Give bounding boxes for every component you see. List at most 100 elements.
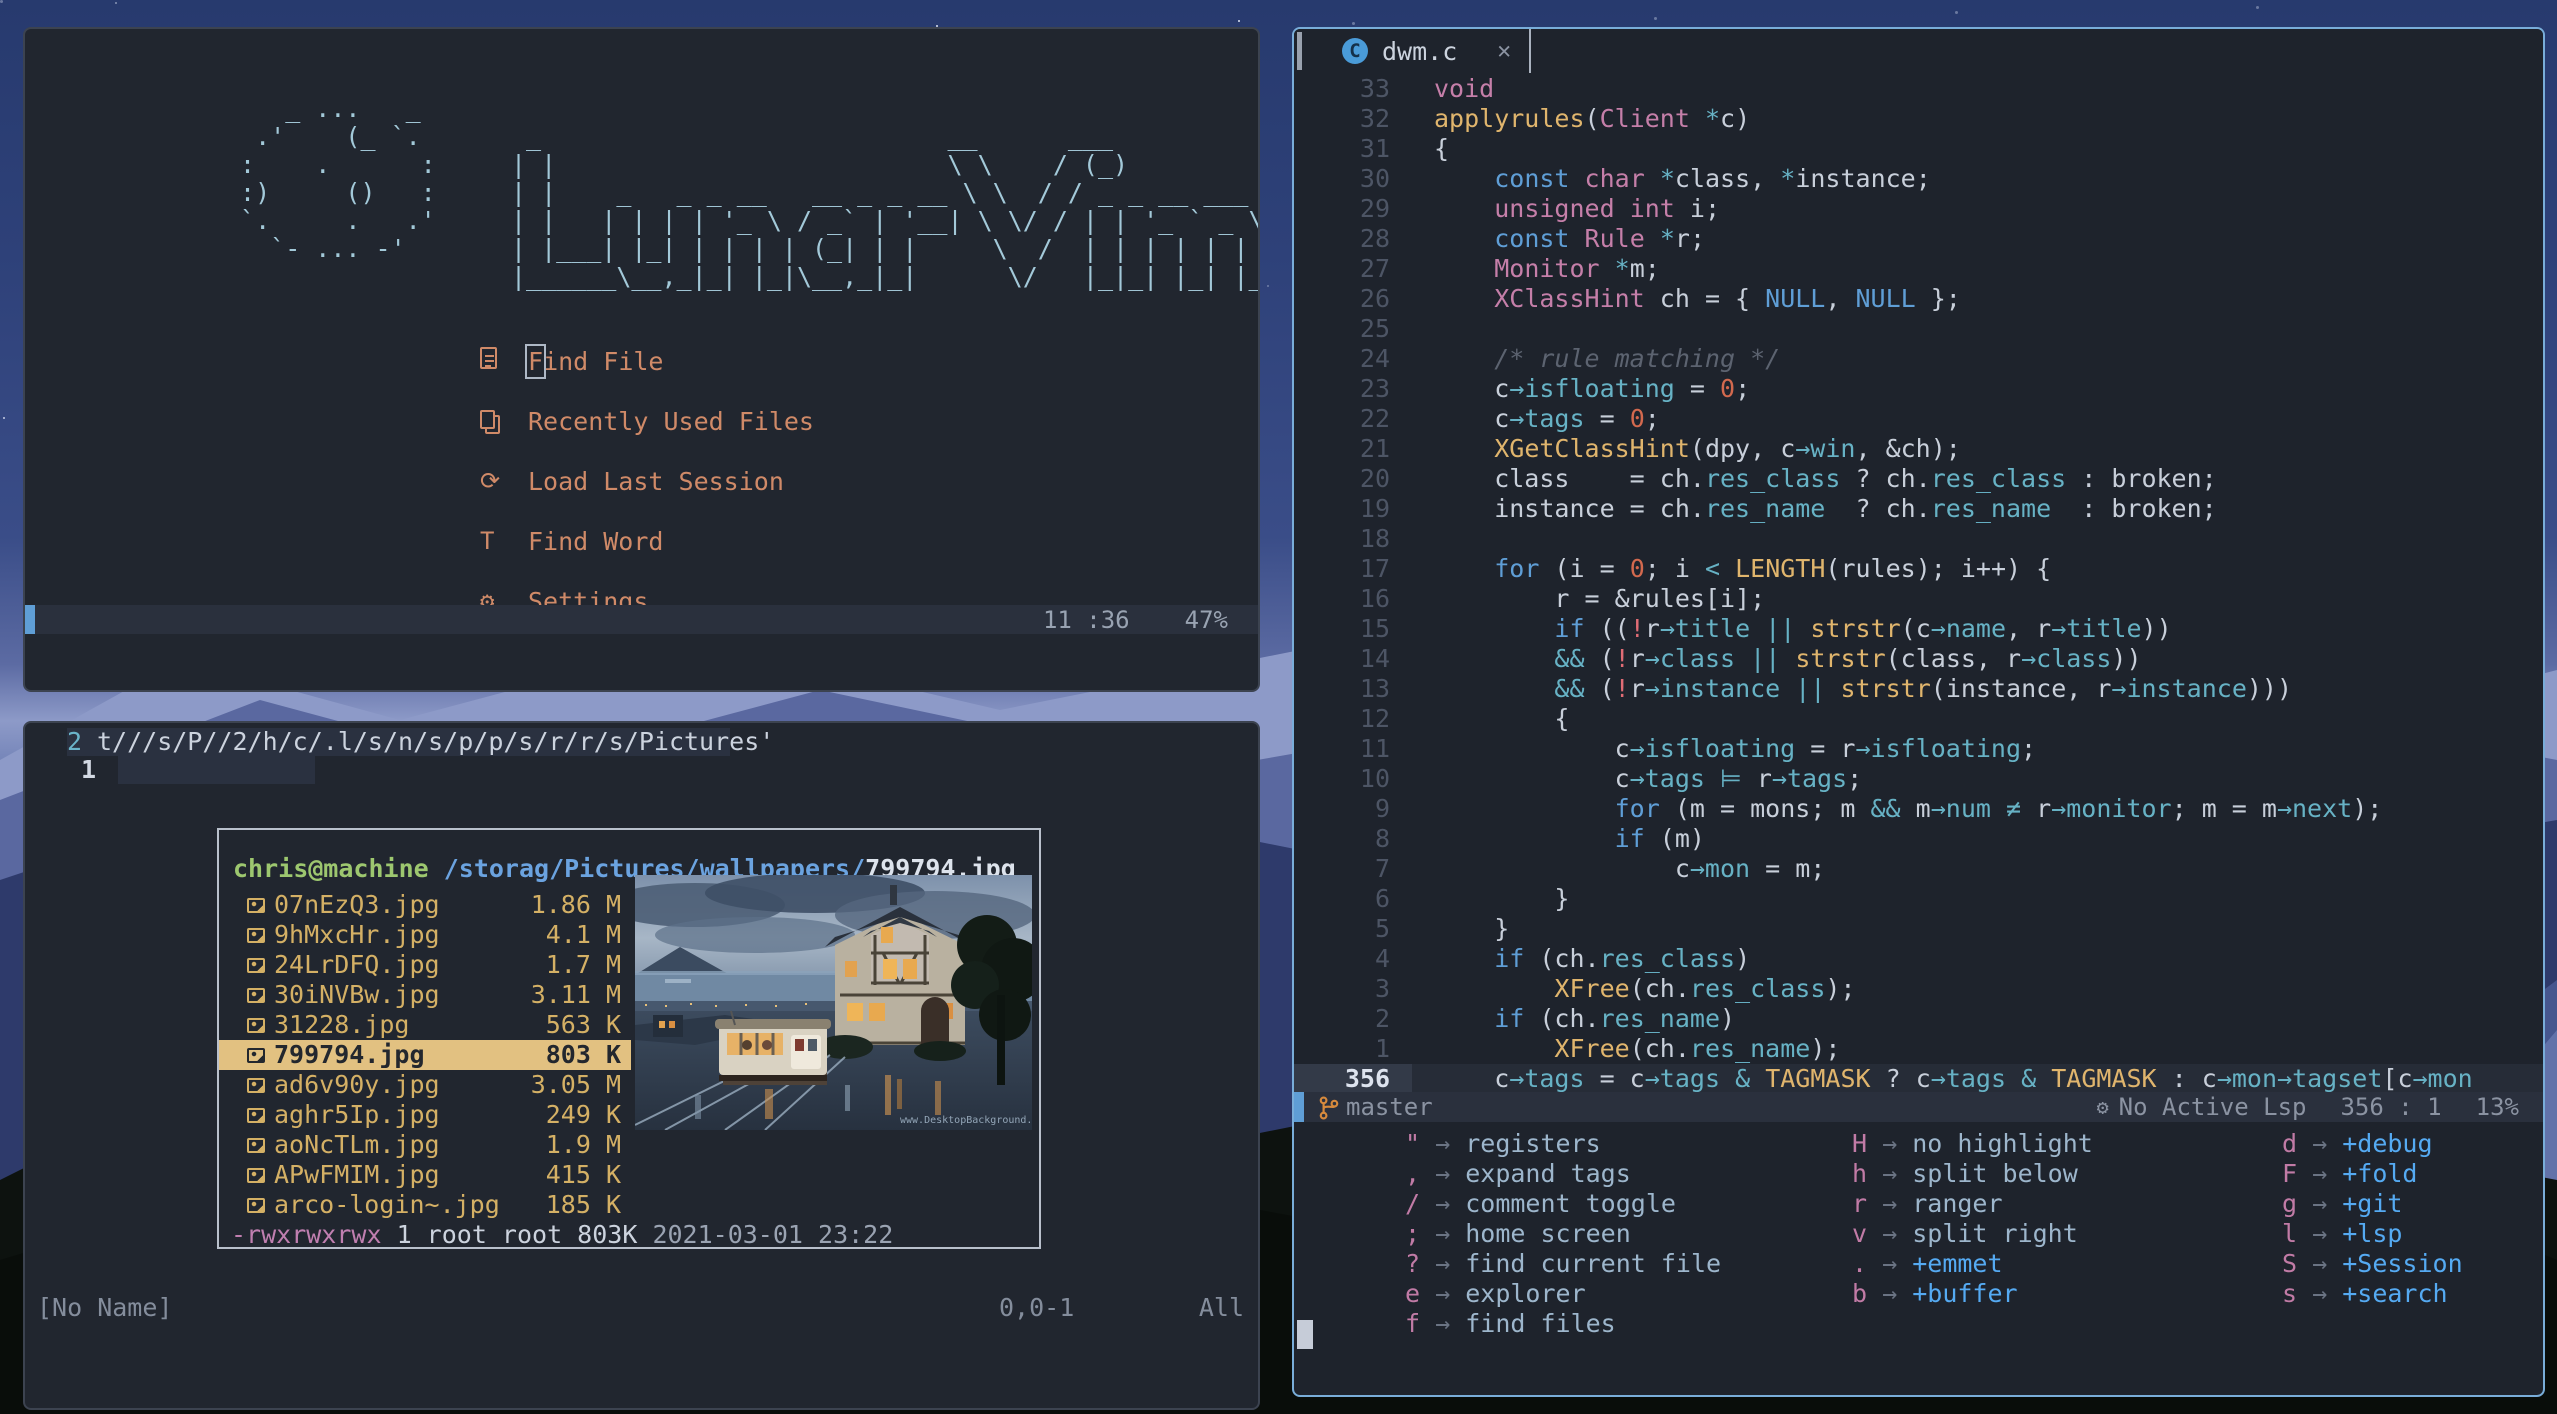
window-lunarvim-dashboard[interactable]: _ ... _ .' (_ `. _ __ ___ : . : | | \ \ … xyxy=(23,27,1260,692)
line-text: XClassHint ch = { NULL, NULL }; xyxy=(1494,284,1961,313)
file-size: 1.7 M xyxy=(545,950,621,979)
line-text: } xyxy=(1434,884,1570,913)
star xyxy=(0,0,3,3)
binding-key: h xyxy=(1852,1159,1868,1188)
binding-description: ranger xyxy=(1912,1189,2003,1218)
which-key-column: d → +debug F → +fold g → +git l → +lsp S → +… xyxy=(2282,1129,2463,1309)
menu-item-find-file[interactable]: Find File xyxy=(480,331,814,391)
line-number: 12 xyxy=(1359,704,1390,733)
arrow-icon: → xyxy=(1420,1249,1466,1278)
editor-statusline: master ⚙ No Active Lsp 356 : 1 13% xyxy=(1294,1092,2543,1122)
line-text: r = &rules[i]; xyxy=(1434,584,1766,613)
binding-key: S xyxy=(2282,1249,2298,1278)
buffer-line[interactable]: 1 xyxy=(25,756,1258,784)
picker-file-list[interactable]: 07nEzQ3.jpg 1.86 M 9hMxcHr.jpg 4.1 M 24LrDFQ… xyxy=(219,890,631,1220)
code-line: 31 { xyxy=(1294,134,2543,164)
binding-key: f xyxy=(1405,1309,1421,1338)
arrow-icon: → xyxy=(1420,1129,1466,1158)
file-row-24LrDFQ.jpg[interactable]: 24LrDFQ.jpg 1.7 M xyxy=(219,950,631,980)
file-mode: -rwxrwxrwx xyxy=(231,1220,382,1249)
line-number: 18 xyxy=(1359,524,1390,553)
word-icon: T xyxy=(480,527,495,555)
line-number: 33 xyxy=(1359,74,1390,103)
which-key-binding-find-current-file: ? → find current file xyxy=(1405,1249,1721,1279)
line-text: instance = ch.res_name ? ch.res_name : b… xyxy=(1434,494,2217,523)
file-name: 30iNVBw.jpg xyxy=(274,980,440,1009)
file-name: ad6v90y.jpg xyxy=(274,1070,440,1099)
line-number: 19 xyxy=(1359,494,1390,523)
file-date: 2021-03-01 23:22 xyxy=(652,1220,894,1249)
statusline-position: 11 :36 xyxy=(1042,605,1130,634)
code-line: 9 for (m = mons; m && m→num ≠ r→monitor;… xyxy=(1294,794,2543,824)
star xyxy=(1653,16,1657,20)
code-line: 17 for (i = 0; i < LENGTH(rules); i++) { xyxy=(1294,554,2543,584)
line-number: 25 xyxy=(1359,314,1390,343)
file-row-aoNcTLm.jpg[interactable]: aoNcTLm.jpg 1.9 M xyxy=(219,1130,631,1160)
code-line: 8 if (m) xyxy=(1294,824,2543,854)
menu-item-label: Find Word xyxy=(528,526,664,556)
file-row-ad6v90y.jpg[interactable]: ad6v90y.jpg 3.05 M xyxy=(219,1070,631,1100)
binding-description: no highlight xyxy=(1912,1129,2093,1158)
window-scratch-buffer[interactable]: 2 t///s/P//2/h/c/.l/s/n/s/p/p/s/r/r/s/Pic… xyxy=(23,721,1260,1410)
which-key-binding--buffer: b → +buffer xyxy=(1852,1279,2093,1309)
code-line: 7 c→mon = m; xyxy=(1294,854,2543,884)
which-key-column: H → no highlight h → split below r → range… xyxy=(1852,1129,2093,1309)
file-size: 415 K xyxy=(545,1160,621,1189)
tab-dwm-c[interactable]: C dwm.c ✕ xyxy=(1324,29,1532,73)
binding-key: ; xyxy=(1405,1219,1421,1248)
arrow-icon: → xyxy=(1420,1309,1466,1338)
line-text: { xyxy=(1434,704,1570,733)
menu-item-load-last-session[interactable]: ⟳ Load Last Session xyxy=(480,451,814,511)
cursor-position: 356 : 1 xyxy=(2340,1093,2442,1121)
line-number: 9 xyxy=(1374,794,1390,823)
menu-item-recently-used-files[interactable]: Recently Used Files xyxy=(480,391,814,451)
picker-permissions: -rwxrwxrwx 1 root root 803K 2021-03-01 2… xyxy=(231,1220,893,1250)
file-row-799794.jpg[interactable]: 799794.jpg 803 K xyxy=(219,1040,631,1070)
file-row-30iNVBw.jpg[interactable]: 30iNVBw.jpg 3.11 M xyxy=(219,980,631,1010)
line-text: for (i = 0; i < LENGTH(rules); i++) { xyxy=(1494,554,2052,583)
image-file-icon xyxy=(247,897,265,913)
line-text: if ((!r→title || strstr(c→name, r→title)… xyxy=(1554,614,2172,643)
terminal-cursor-block xyxy=(1297,1320,1313,1349)
file-size: 1.9 M xyxy=(545,1130,621,1159)
file-picker-popup[interactable]: chris@machine /storag/Pictures/wallpaper… xyxy=(217,828,1041,1249)
line-number: 20 xyxy=(1359,464,1390,493)
line-number: 29 xyxy=(1359,194,1390,223)
binding-key: . xyxy=(1852,1249,1868,1278)
file-name: 9hMxcHr.jpg xyxy=(274,920,440,949)
binding-key: v xyxy=(1852,1219,1868,1248)
code-line: 16 r = &rules[i]; xyxy=(1294,584,2543,614)
which-key-binding-comment-toggle: / → comment toggle xyxy=(1405,1189,1721,1219)
line-number: 22 xyxy=(1359,404,1390,433)
code-area[interactable]: 33 void 32 applyrules(Client *c) 31{30 const… xyxy=(1294,74,2543,1094)
line-number: 24 xyxy=(1359,344,1390,373)
scratch-statusline: [No Name] 0,0-1 All xyxy=(25,1293,1258,1323)
binding-key: ? xyxy=(1405,1249,1421,1278)
line-number: 15 xyxy=(1359,614,1390,643)
line-number: 28 xyxy=(1359,224,1390,253)
which-key-binding-expand-tags: , → expand tags xyxy=(1405,1159,1721,1189)
pages-icon xyxy=(480,407,528,435)
file-row-APwFMIM.jpg[interactable]: APwFMIM.jpg 415 K xyxy=(219,1160,631,1190)
line-text: c→isfloating = r→isfloating; xyxy=(1434,734,2037,763)
star xyxy=(2255,5,2259,9)
tab-close-icon[interactable]: ✕ xyxy=(1497,38,1511,64)
buffer-line[interactable]: 2 t///s/P//2/h/c/.l/s/n/s/p/p/s/r/r/s/Pic… xyxy=(25,728,1258,756)
file-row-31228.jpg[interactable]: 31228.jpg 563 K xyxy=(219,1010,631,1040)
file-row-07nEzQ3.jpg[interactable]: 07nEzQ3.jpg 1.86 M xyxy=(219,890,631,920)
file-row-9hMxcHr.jpg[interactable]: 9hMxcHr.jpg 4.1 M xyxy=(219,920,631,950)
file-row-aghr5Ip.jpg[interactable]: aghr5Ip.jpg 249 K xyxy=(219,1100,631,1130)
arrow-icon: → xyxy=(1867,1129,1913,1158)
line-text: const Rule *r; xyxy=(1494,224,1705,253)
binding-description: find files xyxy=(1465,1309,1616,1338)
menu-item-find-word[interactable]: T Find Word xyxy=(480,511,814,571)
dashboard-menu: Find File Recently Used Files ⟳ Load Last S… xyxy=(480,331,814,631)
line-number: 4 xyxy=(1374,944,1390,973)
window-neovim-editor[interactable]: C dwm.c ✕ 33 void 32 applyrules(Client *c) 3… xyxy=(1292,27,2545,1397)
file-row-arco-login~.jpg[interactable]: arco-login~.jpg 185 K xyxy=(219,1190,631,1220)
file-name: 799794.jpg xyxy=(274,1040,425,1069)
lsp-status: No Active Lsp xyxy=(2118,1093,2307,1121)
arrow-icon: → xyxy=(2297,1189,2343,1218)
c-language-icon: C xyxy=(1342,38,1368,64)
code-line: 26 XClassHint ch = { NULL, NULL }; xyxy=(1294,284,2543,314)
